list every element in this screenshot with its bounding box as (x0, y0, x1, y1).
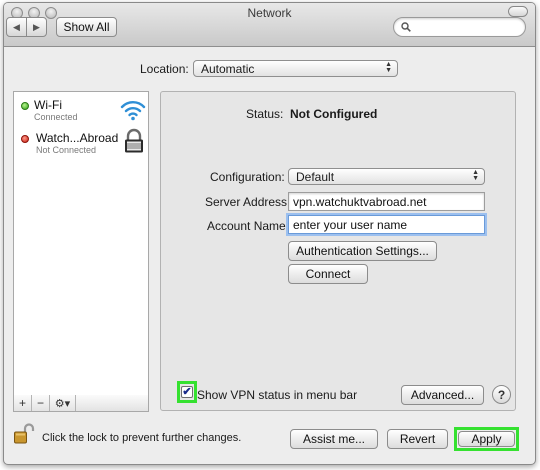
service-status: Connected (34, 112, 78, 122)
show-vpn-status-label[interactable]: Show VPN status in menu bar (197, 388, 357, 402)
service-name: Wi-Fi (34, 98, 62, 112)
configuration-value: Default (296, 169, 335, 184)
assist-me-button[interactable]: Assist me... (290, 429, 378, 449)
popup-arrows-icon: ▲ ▼ (385, 61, 392, 74)
toolbar-toggle-button[interactable] (508, 6, 528, 17)
service-name: Watch...Abroad (36, 131, 119, 145)
location-label: Location: (140, 62, 189, 76)
location-value: Automatic (201, 61, 255, 76)
status-label: Status: (246, 107, 284, 121)
configuration-label: Configuration: (210, 170, 285, 184)
help-button[interactable]: ? (492, 385, 511, 404)
account-name-field[interactable]: enter your user name (288, 215, 485, 234)
server-address-field[interactable]: vpn.watchuktvabroad.net (288, 192, 485, 211)
apply-button[interactable]: Apply (458, 431, 515, 447)
connect-button[interactable]: Connect (288, 264, 368, 284)
service-list: Wi-Fi Connected Watch...Abroad Not Conne… (13, 91, 149, 396)
padlock-icon[interactable] (13, 423, 35, 445)
add-service-button[interactable]: + (14, 395, 32, 411)
advanced-button[interactable]: Advanced... (401, 385, 484, 405)
status-dot-connected (21, 102, 29, 110)
show-vpn-status-checkbox[interactable]: ✔ (181, 386, 193, 398)
forward-button[interactable]: ▶ (26, 18, 46, 36)
revert-button[interactable]: Revert (387, 429, 448, 449)
back-forward-control: ◀ ▶ (6, 17, 47, 37)
location-popup[interactable]: Automatic ▲ ▼ (193, 60, 398, 77)
lock-icon (125, 128, 143, 153)
search-icon (401, 22, 411, 32)
back-button[interactable]: ◀ (7, 18, 26, 36)
search-input[interactable] (393, 17, 526, 37)
authentication-settings-button[interactable]: Authentication Settings... (288, 241, 437, 261)
configuration-popup[interactable]: Default ▲ ▼ (288, 168, 485, 185)
remove-service-button[interactable]: − (32, 395, 50, 411)
service-list-toolbar: + − ⚙▾ (13, 395, 149, 412)
status-value: Not Configured (290, 107, 378, 121)
server-address-label: Server Address: (205, 195, 291, 209)
status-dot-not-connected (21, 135, 29, 143)
wifi-icon (120, 101, 146, 121)
service-item-wifi[interactable]: Wi-Fi Connected (14, 95, 148, 125)
account-name-label: Account Name: (207, 219, 290, 233)
show-all-button[interactable]: Show All (56, 17, 117, 37)
popup-arrows-icon: ▲ ▼ (472, 169, 479, 182)
gear-menu-button[interactable]: ⚙▾ (50, 395, 76, 411)
service-status: Not Connected (36, 145, 97, 155)
service-item-vpn[interactable]: Watch...Abroad Not Connected (14, 126, 148, 156)
lock-hint-text: Click the lock to prevent further change… (42, 432, 242, 444)
